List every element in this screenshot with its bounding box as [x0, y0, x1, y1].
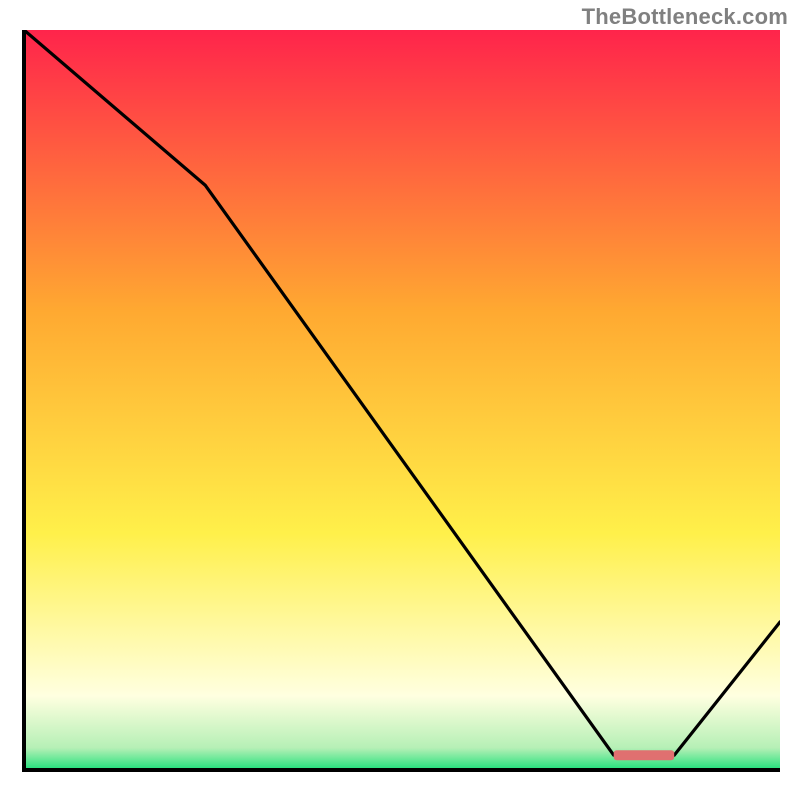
optimum-marker	[614, 750, 675, 760]
plot-gradient	[24, 30, 780, 770]
bottleneck-chart	[0, 0, 800, 800]
watermark-label: TheBottleneck.com	[582, 4, 788, 30]
